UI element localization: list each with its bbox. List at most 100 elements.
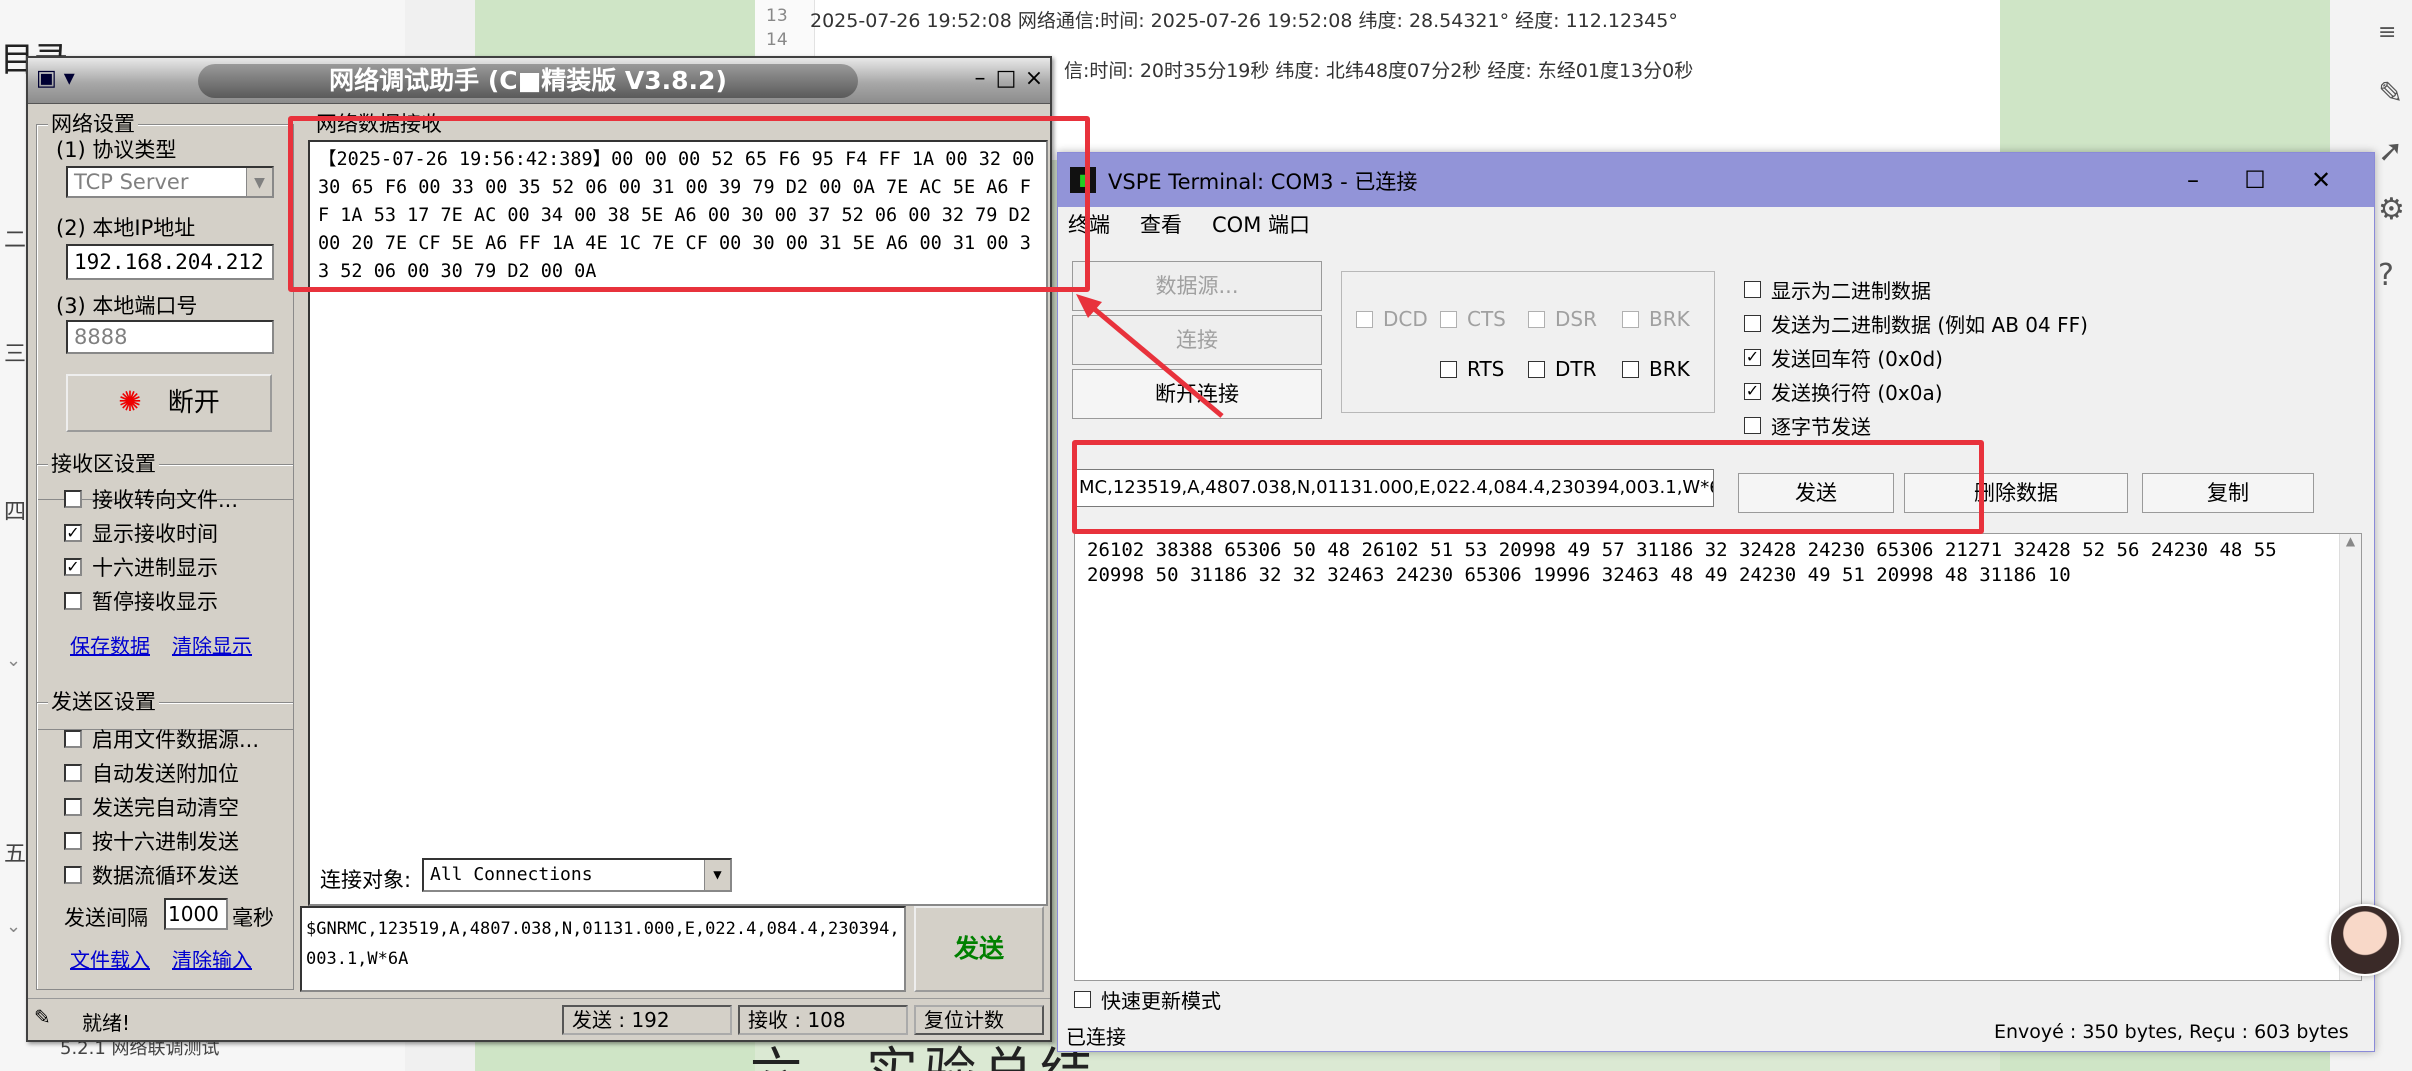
checkbox-box[interactable]	[1528, 360, 1545, 378]
load-file-link[interactable]: 文件载入	[70, 944, 150, 973]
checkbox-box[interactable]	[1622, 310, 1639, 328]
dsr-checkbox[interactable]: DSR	[1528, 307, 1597, 331]
checkbox-box[interactable]	[1622, 360, 1639, 378]
send-cr-checkbox[interactable]: ✓ 发送回车符 (0x0d)	[1744, 343, 1943, 372]
auto-clear-checkbox[interactable]: 发送完自动清空	[64, 792, 239, 822]
chevron-down-icon[interactable]: ▼	[704, 860, 730, 890]
checkbox-box[interactable]	[1440, 310, 1457, 328]
annotation-box	[288, 116, 1090, 292]
check-icon[interactable]: ✓	[1744, 383, 1761, 400]
maximize-button[interactable]: □	[994, 68, 1018, 92]
checkbox-box[interactable]	[1440, 360, 1457, 378]
send-lf-checkbox[interactable]: ✓ 发送换行符 (0x0a)	[1744, 377, 1943, 406]
assistant-avatar[interactable]	[2329, 904, 2401, 976]
cts-checkbox[interactable]: CTS	[1440, 307, 1506, 331]
menu-icon[interactable]: ≡	[2378, 20, 2396, 45]
reset-counter-button[interactable]: 复位计数	[914, 1005, 1044, 1035]
fast-update-checkbox[interactable]: 快速更新模式	[1074, 985, 1221, 1014]
interval-unit: 毫秒	[232, 906, 274, 930]
send-button[interactable]: 发送	[914, 906, 1044, 992]
sliders-icon[interactable]: ⚙	[2378, 192, 2405, 227]
close-button[interactable]: ✕	[2296, 163, 2346, 197]
interval-input[interactable]: 1000	[164, 898, 228, 930]
target-label: 连接对象:	[320, 868, 412, 892]
outline-item[interactable]: 二	[4, 222, 26, 254]
port-input[interactable]: 8888	[66, 320, 274, 354]
send-binary-checkbox[interactable]: 发送为二进制数据 (例如 AB 04 FF)	[1744, 309, 2088, 338]
chevron-down-icon[interactable]: ▼	[246, 168, 272, 196]
checkbox-box[interactable]	[1744, 417, 1761, 434]
brk-in-checkbox[interactable]: BRK	[1622, 307, 1690, 331]
menu-view[interactable]: 查看	[1140, 209, 1182, 239]
checkbox-label: DSR	[1555, 307, 1597, 331]
annotation-arrow	[1076, 294, 1224, 418]
checkbox-label: 十六进制显示	[92, 556, 218, 580]
send-input[interactable]: $GNRMC,123519,A,4807.038,N,01131.000,E,0…	[300, 906, 906, 992]
rts-checkbox[interactable]: RTS	[1440, 357, 1504, 381]
title-bar[interactable]: ▮ VSPE Terminal: COM3 - 已连接 – ☐ ✕	[1058, 153, 2374, 207]
check-icon[interactable]: ✓	[64, 524, 82, 542]
checkbox-box[interactable]	[64, 592, 82, 610]
close-button[interactable]: ×	[1022, 68, 1046, 92]
checkbox-label: 发送换行符 (0x0a)	[1771, 381, 1943, 405]
checkbox-box[interactable]	[64, 730, 82, 748]
pen-icon[interactable]: ✎	[2378, 76, 2403, 111]
copy-button[interactable]: 复制	[2142, 473, 2314, 513]
chevron-down-icon[interactable]: ⌄	[6, 650, 21, 671]
chevron-down-icon[interactable]: ⌄	[6, 916, 21, 937]
hex-send-checkbox[interactable]: 按十六进制发送	[64, 826, 239, 856]
cursor-icon[interactable]: ➚	[2378, 134, 2403, 169]
clear-display-link[interactable]: 清除显示	[172, 630, 252, 659]
checkbox-box[interactable]	[1744, 315, 1761, 332]
checkbox-label: RTS	[1467, 357, 1505, 381]
protocol-select[interactable]: TCP Server ▼	[66, 166, 274, 198]
hex-display-checkbox[interactable]: ✓ 十六进制显示	[64, 552, 218, 582]
terminal-output-text: 26102 38388 65306 50 48 26102 51 53 2099…	[1087, 539, 2277, 586]
checkbox-box[interactable]	[64, 832, 82, 850]
checkbox-box[interactable]	[64, 764, 82, 782]
checkbox-box[interactable]	[64, 798, 82, 816]
protocol-label: (1) 协议类型	[56, 138, 177, 162]
dtr-checkbox[interactable]: DTR	[1528, 357, 1597, 381]
minimize-button[interactable]: –	[2168, 163, 2218, 197]
byte-by-byte-checkbox[interactable]: 逐字节发送	[1744, 411, 1871, 440]
pause-recv-checkbox[interactable]: 暂停接收显示	[64, 586, 218, 616]
append-bit-checkbox[interactable]: 自动发送附加位	[64, 758, 239, 788]
maximize-button[interactable]: ☐	[2230, 163, 2280, 197]
minimize-button[interactable]: –	[968, 68, 992, 92]
terminal-output[interactable]: 26102 38388 65306 50 48 26102 51 53 2099…	[1074, 533, 2362, 981]
help-icon[interactable]: ?	[2378, 258, 2394, 293]
disconnect-button[interactable]: ✺ 断开	[66, 374, 272, 432]
recv-to-file-checkbox[interactable]: 接收转向文件...	[64, 484, 238, 514]
checkbox-box[interactable]	[64, 866, 82, 884]
menu-com-port[interactable]: COM 端口	[1212, 209, 1310, 239]
checkbox-label: 启用文件数据源...	[92, 728, 260, 752]
check-icon[interactable]: ✓	[64, 558, 82, 576]
show-binary-checkbox[interactable]: 显示为二进制数据	[1744, 275, 1931, 304]
target-select[interactable]: All Connections ▼	[422, 858, 732, 892]
window-title: 网络调试助手 (C■精装版 V3.8.2)	[198, 64, 858, 98]
target-value: All Connections	[430, 864, 593, 885]
status-bar: ✎ 就绪! 发送 : 192 接收 : 108 复位计数	[28, 998, 1050, 1040]
checkbox-box[interactable]	[1074, 991, 1091, 1008]
checkbox-box[interactable]	[64, 490, 82, 508]
status-icon: ✎	[34, 1005, 51, 1029]
ip-input[interactable]: 192.168.204.212	[66, 244, 274, 280]
loop-send-checkbox[interactable]: 数据流循环发送	[64, 860, 239, 890]
brk-out-checkbox[interactable]: BRK	[1622, 357, 1690, 381]
file-source-checkbox[interactable]: 启用文件数据源...	[64, 724, 259, 754]
save-data-link[interactable]: 保存数据	[70, 630, 150, 659]
outline-item[interactable]: 四	[4, 494, 26, 526]
system-menu-icon[interactable]: ▣ ▾	[36, 66, 96, 94]
check-icon[interactable]: ✓	[1744, 349, 1761, 366]
show-time-checkbox[interactable]: ✓ 显示接收时间	[64, 518, 218, 548]
checkbox-box[interactable]	[1356, 310, 1373, 328]
signal-group	[1341, 271, 1715, 413]
outline-item[interactable]: 五	[4, 836, 26, 868]
outline-item[interactable]: 三	[4, 336, 26, 368]
checkbox-box[interactable]	[1744, 281, 1761, 298]
clear-input-link[interactable]: 清除输入	[172, 944, 252, 973]
dcd-checkbox[interactable]: DCD	[1356, 307, 1428, 331]
title-bar[interactable]: ▣ ▾ 网络调试助手 (C■精装版 V3.8.2) – □ ×	[28, 58, 1050, 104]
checkbox-box[interactable]	[1528, 310, 1545, 328]
